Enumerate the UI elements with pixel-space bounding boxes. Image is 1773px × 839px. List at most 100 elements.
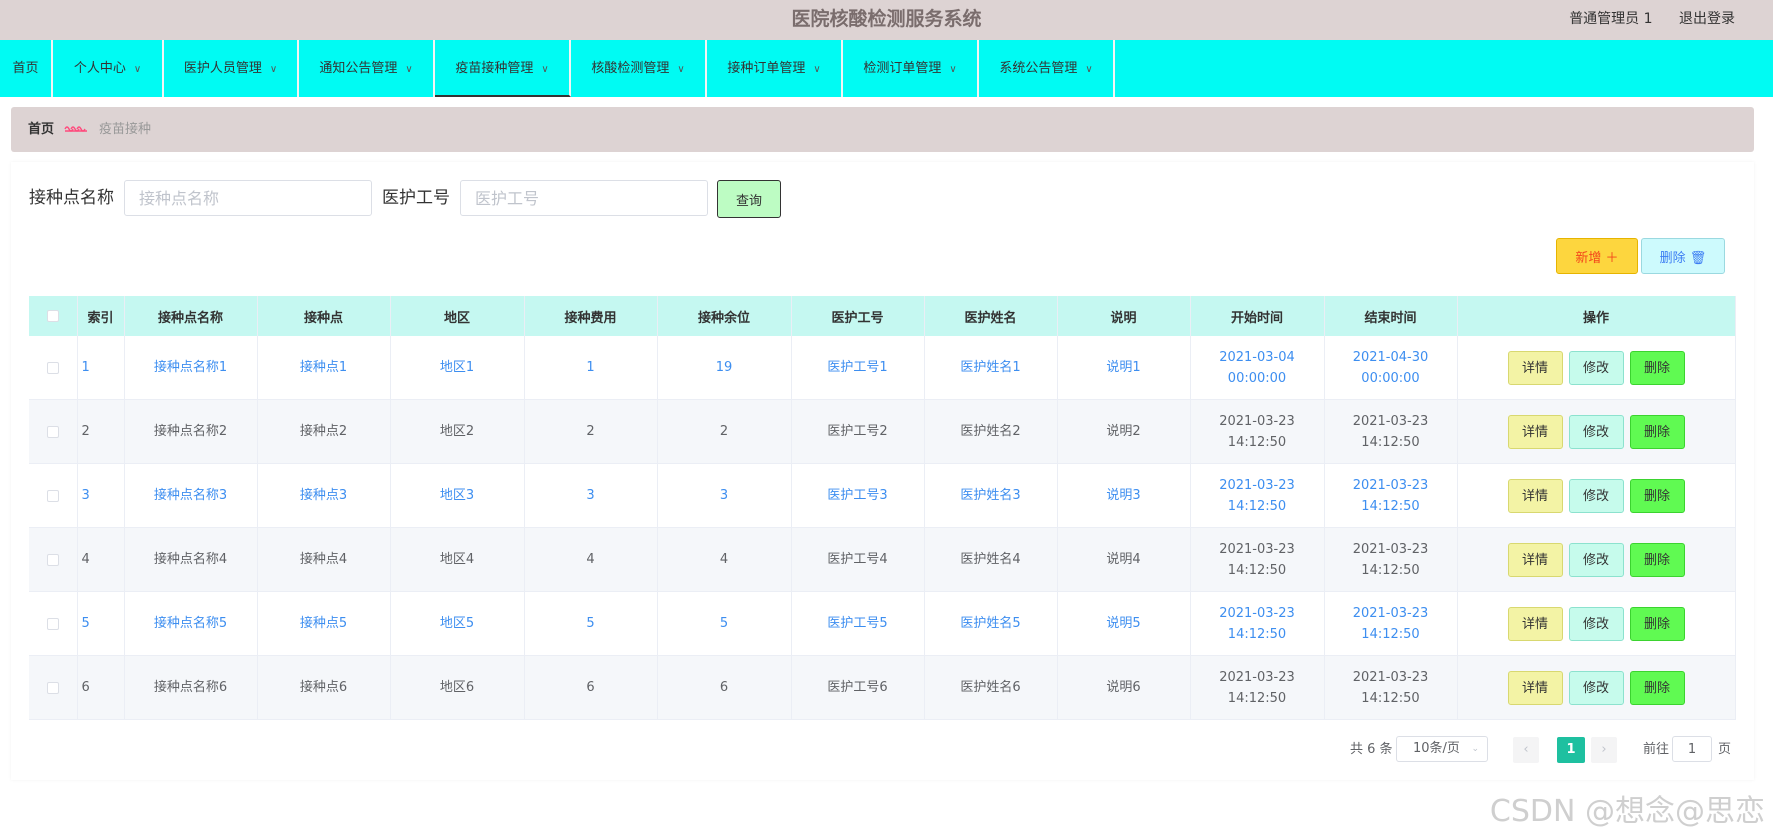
query-button[interactable]: 查询	[717, 180, 781, 218]
nav-item-nucleic-test[interactable]: 核酸检测管理 ∨	[571, 40, 707, 97]
table-body: 1 接种点名称1 接种点1 地区1 1 19 医护工号1 医护姓名1 说明1 2021-03-04…	[29, 336, 1736, 720]
table-cell: 3	[524, 463, 658, 528]
breadcrumb-home[interactable]: 首页	[28, 107, 54, 152]
add-button[interactable]: 新增 ＋	[1556, 238, 1638, 274]
row-checkbox[interactable]	[46, 617, 59, 630]
edit-button[interactable]: 修改	[1568, 542, 1624, 577]
chevron-down-icon: ∨	[405, 64, 413, 75]
row-actions: 详情 修改 删除	[1457, 527, 1736, 592]
table-cell: 说明4	[1057, 527, 1191, 592]
table-cell: 地区1	[390, 336, 525, 400]
nav-item-label: 医护人员管理	[183, 61, 262, 76]
table-cell: 2021-03-23 14:12:50	[1324, 463, 1458, 528]
edit-button[interactable]: 修改	[1568, 414, 1624, 449]
vaccination-site-name-input[interactable]	[124, 180, 372, 216]
detail-button[interactable]: 详情	[1507, 606, 1563, 641]
detail-button[interactable]: 详情	[1507, 542, 1563, 577]
vaccination-table: 索引 接种点名称 接种点 地区 接种费用 接种余位 医护工号 医护姓名 说明 开始时间 结束时间 操作…	[29, 296, 1736, 720]
table-cell: 接种点2	[257, 399, 391, 464]
table-cell: 2021-03-23 14:12:50	[1190, 527, 1325, 592]
detail-button[interactable]: 详情	[1507, 670, 1563, 705]
table-cell: 1	[524, 336, 658, 400]
edit-button[interactable]: 修改	[1568, 478, 1624, 513]
row-select-cell	[29, 336, 78, 400]
page-size-value: 10条/页	[1413, 741, 1460, 756]
row-actions: 详情 修改 删除	[1457, 463, 1736, 528]
table-cell: 接种点名称5	[124, 591, 258, 656]
row-checkbox[interactable]	[46, 681, 59, 694]
table-cell: 2	[657, 399, 792, 464]
table-cell: 4	[657, 527, 792, 592]
table-cell: 说明1	[1057, 336, 1191, 400]
table-cell: 说明5	[1057, 591, 1191, 656]
table-cell: 5	[657, 591, 792, 656]
chevron-right-icon[interactable]: ›	[1591, 737, 1617, 763]
nav-item-home[interactable]: 首页	[0, 40, 53, 97]
edit-button[interactable]: 修改	[1568, 670, 1624, 705]
table-row: 6 接种点名称6 接种点6 地区6 6 6 医护工号6 医护姓名6 说明6 2021-03-23 …	[29, 655, 1736, 720]
column-header: 地区	[390, 296, 525, 336]
nav-item-notice[interactable]: 通知公告管理 ∨	[299, 40, 435, 97]
table-header: 索引 接种点名称 接种点 地区 接种费用 接种余位 医护工号 医护姓名 说明 开始时间 结束时间 操作	[29, 296, 1736, 336]
table-cell: 4	[77, 527, 125, 592]
edit-button[interactable]: 修改	[1568, 350, 1624, 385]
nav-item-vaccination[interactable]: 疫苗接种管理 ∨	[435, 40, 571, 97]
delete-button[interactable]: 删除	[1629, 542, 1685, 577]
page-size-select[interactable]: 10条/页 ⌄	[1396, 736, 1488, 762]
nav-item-system-notice[interactable]: 系统公告管理 ∨	[979, 40, 1115, 97]
row-checkbox[interactable]	[46, 489, 59, 502]
goto-page-input[interactable]	[1672, 736, 1712, 762]
row-checkbox[interactable]	[46, 553, 59, 566]
edit-button[interactable]: 修改	[1568, 606, 1624, 641]
chevron-down-icon: ∨	[1085, 64, 1093, 75]
table-cell: 5	[524, 591, 658, 656]
chevron-left-icon[interactable]: ‹	[1513, 737, 1539, 763]
page-button-1[interactable]: 1	[1557, 737, 1585, 763]
detail-button[interactable]: 详情	[1507, 350, 1563, 385]
detail-button[interactable]: 详情	[1507, 478, 1563, 513]
table-cell: 接种点名称4	[124, 527, 258, 592]
select-all-header	[29, 296, 78, 336]
column-header: 接种费用	[524, 296, 658, 336]
nav-item-label: 接种订单管理	[727, 61, 806, 76]
delete-button[interactable]: 删除	[1629, 670, 1685, 705]
table-cell: 2	[77, 399, 125, 464]
table-cell: 1	[77, 336, 125, 400]
table-cell: 医护姓名5	[924, 591, 1058, 656]
table-cell: 地区2	[390, 399, 525, 464]
table-cell: 地区5	[390, 591, 525, 656]
delete-button[interactable]: 删除	[1629, 478, 1685, 513]
table-cell: 3	[657, 463, 792, 528]
chevron-down-icon: ∨	[133, 64, 142, 75]
row-checkbox[interactable]	[46, 425, 59, 438]
table-cell: 说明6	[1057, 655, 1191, 720]
chevron-down-icon: ∨	[541, 64, 549, 75]
table-cell: 2021-03-23 14:12:50	[1324, 399, 1458, 464]
nav-item-medical-staff[interactable]: 医护人员管理 ∨	[164, 40, 299, 97]
column-header: 接种余位	[657, 296, 792, 336]
table-cell: 6	[657, 655, 792, 720]
batch-delete-button[interactable]: 删除 🗑	[1641, 238, 1725, 274]
detail-button[interactable]: 详情	[1507, 414, 1563, 449]
nav-item-label: 通知公告管理	[319, 61, 398, 76]
staff-id-input[interactable]	[460, 180, 708, 216]
delete-button[interactable]: 删除	[1629, 350, 1685, 385]
table-cell: 医护姓名3	[924, 463, 1058, 528]
nav-item-test-order[interactable]: 检测订单管理 ∨	[843, 40, 979, 97]
top-header: 医院核酸检测服务系统 普通管理员 1 退出登录	[0, 0, 1773, 40]
nav-item-personal-center[interactable]: 个人中心 ∨	[53, 40, 164, 97]
row-actions: 详情 修改 删除	[1457, 655, 1736, 720]
select-all-checkbox[interactable]	[46, 310, 59, 322]
pagination-total: 共 6 条	[1350, 742, 1393, 757]
staff-id-label: 医护工号	[382, 188, 450, 208]
goto-suffix: 页	[1718, 742, 1732, 757]
delete-button[interactable]: 删除	[1629, 414, 1685, 449]
row-checkbox[interactable]	[46, 361, 59, 374]
table-cell: 接种点名称3	[124, 463, 258, 528]
table-cell: 接种点1	[257, 336, 391, 400]
table-cell: 接种点3	[257, 463, 391, 528]
logout-button[interactable]: 退出登录	[1679, 11, 1735, 27]
nav-item-vaccination-order[interactable]: 接种订单管理 ∨	[707, 40, 843, 97]
chevron-down-icon: ∨	[949, 64, 957, 75]
delete-button[interactable]: 删除	[1629, 606, 1685, 641]
